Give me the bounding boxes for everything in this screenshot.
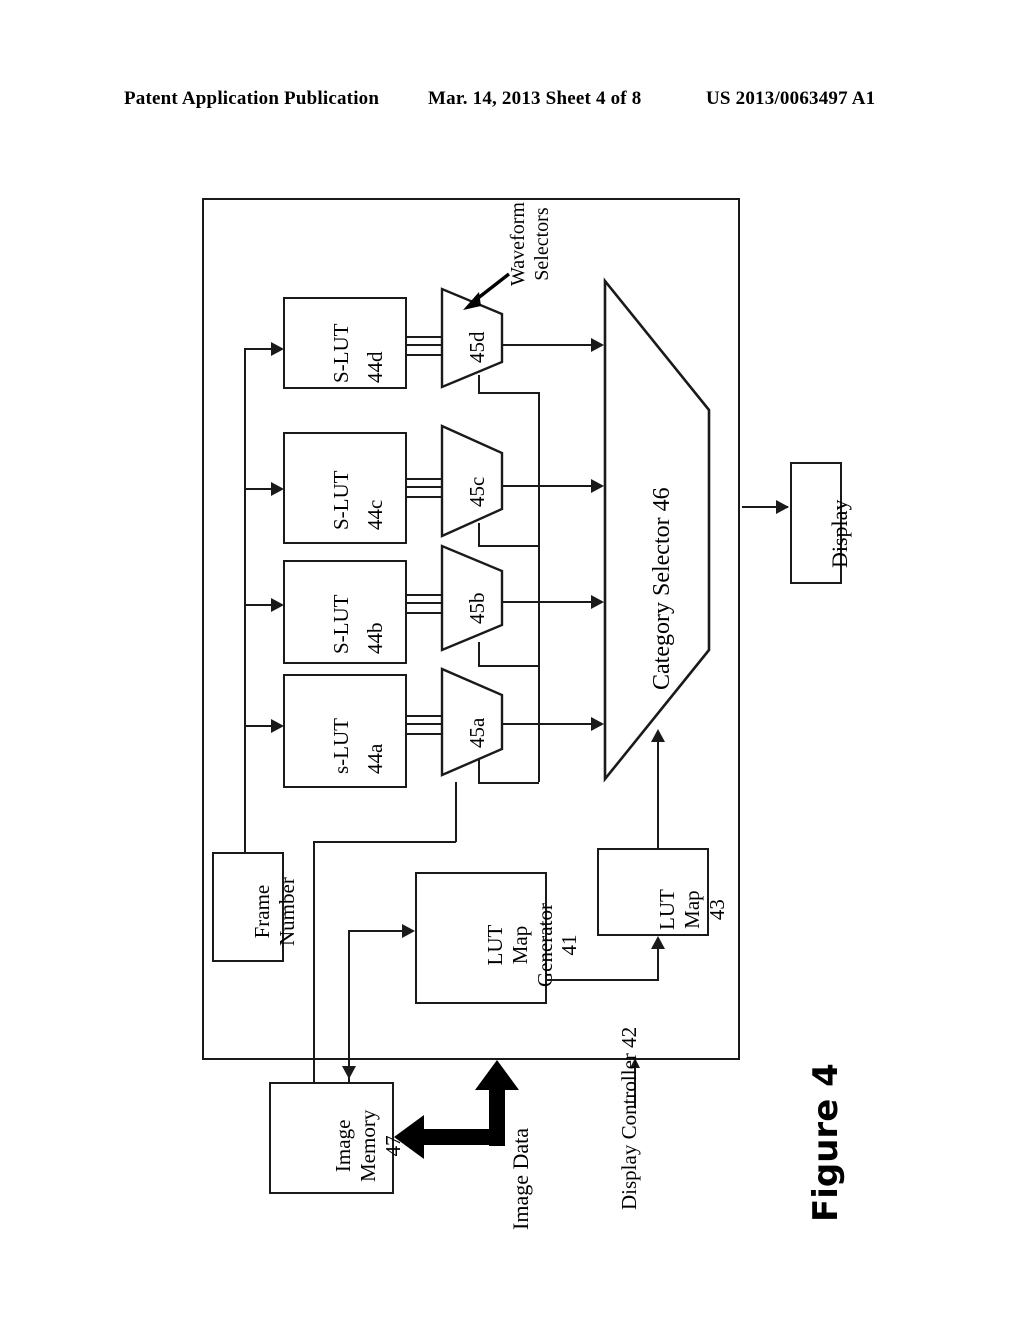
waveform-selector-45a-label: 45a	[465, 717, 489, 748]
waveform-selector-45a[interactable]: 45a	[440, 667, 504, 777]
memory-to-generator-arrow	[402, 924, 415, 938]
waveform-control-drop	[455, 782, 457, 842]
mux-out-arrow-d	[591, 338, 604, 352]
waveform-selector-45d-label: 45d	[465, 331, 489, 364]
frame-number-label: Frame Number	[250, 877, 299, 946]
slut-44d-ref: 44d	[363, 351, 387, 384]
waveform-control-stub-b	[478, 665, 539, 667]
lut-map-generator-block[interactable]: LUT Map Generator 41	[415, 872, 581, 1004]
image-data-arrow-up	[475, 1060, 519, 1090]
waveform-control-stub-c	[478, 545, 539, 547]
waveform-control-stub-a	[478, 782, 539, 784]
slut-feed-line-b	[244, 604, 274, 606]
generator-to-lutmap-line	[547, 979, 659, 981]
display-block-label: Display	[827, 499, 852, 568]
slut-block-44d[interactable]: S-LUT 44d	[283, 297, 407, 389]
mux-out-line-a	[502, 723, 594, 725]
image-memory-block[interactable]: Image Memory 47	[269, 1082, 405, 1194]
generator-to-lutmap-riser	[657, 949, 659, 980]
mux-out-line-c	[502, 485, 594, 487]
figure-caption: Figure 4	[806, 1063, 846, 1222]
category-selector-control-line	[657, 742, 659, 850]
slut-feed-line-a	[244, 725, 274, 727]
slut-block-44b[interactable]: S-LUT 44b	[283, 560, 407, 664]
waveform-selector-45c[interactable]: 45c	[440, 424, 504, 538]
display-output-arrow	[776, 500, 789, 514]
display-block[interactable]: Display	[790, 462, 852, 584]
mux-out-arrow-c	[591, 479, 604, 493]
image-data-stem-vertical	[489, 1090, 505, 1146]
lut-map-label: LUT Map 43	[655, 889, 729, 930]
slut-block-44c[interactable]: S-LUT 44c	[283, 432, 407, 544]
waveform-selector-45b-label: 45b	[465, 592, 489, 625]
waveform-control-riser-d	[478, 375, 480, 393]
image-memory-input-arrow	[342, 1066, 356, 1079]
frame-number-bus	[244, 348, 246, 842]
waveform-selector-45b[interactable]: 45b	[440, 544, 504, 652]
slut-feed-line-d	[244, 348, 274, 350]
category-selector-control-arrow	[651, 729, 665, 742]
frame-number-block[interactable]: Frame Number	[212, 852, 299, 962]
slut-44a-ref: 44a	[363, 743, 387, 774]
mux-out-line-d	[502, 344, 594, 346]
lut-map-generator-label: LUT Map Generator 41	[483, 903, 582, 987]
waveform-control-riser-b	[478, 642, 480, 666]
waveform-selectors-pointer-icon	[463, 272, 511, 310]
waveform-control-riser-a	[478, 760, 480, 783]
waveform-control-stub-d	[478, 392, 539, 394]
lut-map-block[interactable]: LUT Map 43	[597, 848, 729, 936]
category-selector-label: Category Selector 46	[649, 487, 675, 690]
slut-44d-name: S-LUT	[329, 323, 353, 384]
waveform-control-foot	[313, 841, 456, 843]
waveform-selector-45c-label: 45c	[465, 476, 489, 507]
slut-feed-line-c	[244, 488, 274, 490]
category-selector-46[interactable]: Category Selector 46	[603, 277, 711, 783]
slut-44c-name: S-LUT	[329, 470, 353, 531]
slut-44b-ref: 44b	[363, 622, 387, 655]
image-data-arrow-left	[394, 1115, 424, 1159]
display-controller-annotation: Display Controller 42	[617, 1026, 641, 1210]
generator-to-lutmap-arrow	[651, 936, 665, 949]
waveform-control-riser-c	[478, 523, 480, 546]
mux-out-arrow-b	[591, 595, 604, 609]
slut-44b-name: S-LUT	[329, 594, 353, 655]
waveform-selectors-annotation: Waveform Selectors	[507, 202, 553, 286]
mux-out-line-b	[502, 601, 594, 603]
slut-44c-ref: 44c	[363, 499, 387, 530]
frame-number-riser	[244, 842, 246, 852]
image-data-annotation: Image Data	[508, 1128, 533, 1230]
slut-44a-name: s-LUT	[329, 718, 353, 774]
slut-block-44a[interactable]: s-LUT 44a	[283, 674, 407, 788]
memory-to-generator-line	[348, 930, 402, 932]
waveform-control-bus	[538, 392, 540, 782]
mux-out-arrow-a	[591, 717, 604, 731]
figure-4-diagram: S-LUT 44d S-LUT 44c S-LUT 44b s-LUT 44a	[0, 0, 1024, 1320]
